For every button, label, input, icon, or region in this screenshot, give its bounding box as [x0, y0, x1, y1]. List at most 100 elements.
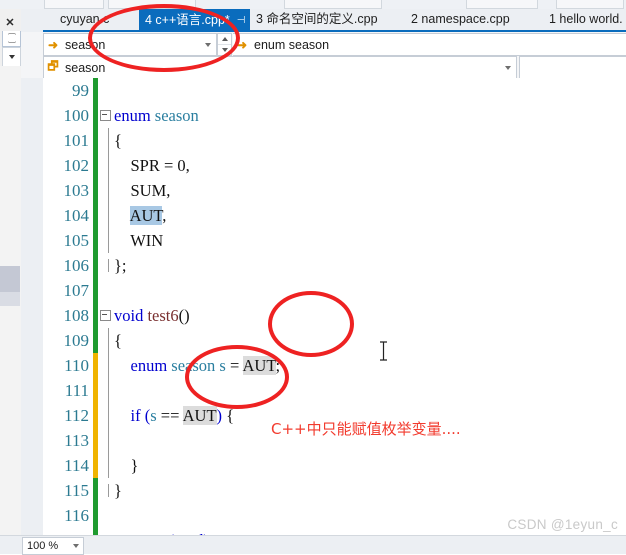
tab-cpp-language-active[interactable]: 4 c++语言.cpp* ⊣ ✕ — [139, 9, 268, 31]
fold-guide — [98, 128, 112, 153]
line-number: 99 — [72, 80, 89, 100]
breadcrumb-combo-value: season — [65, 60, 106, 75]
chevron-down-icon[interactable] — [200, 42, 216, 47]
fold-guide — [98, 403, 112, 428]
toolbar-button-group-2[interactable] — [108, 0, 196, 9]
code-line[interactable]: 105 WIN — [43, 228, 626, 253]
code-line[interactable]: 110 enum season s = AUT; — [43, 353, 626, 378]
code-line[interactable]: 115 } — [43, 478, 626, 503]
fold-toggle[interactable] — [98, 310, 112, 321]
code-line[interactable]: 114 } — [43, 453, 626, 478]
member-combo[interactable]: ➜ enum season — [233, 33, 626, 56]
breadcrumb-combo[interactable]: 🗗 season — [43, 56, 517, 79]
code-line[interactable]: 108 void test6() — [43, 303, 626, 328]
fold-guide-line-end — [107, 484, 109, 497]
dock-pin-icon[interactable]: ⁐ — [2, 31, 21, 47]
code-line[interactable]: 100 enum season — [43, 103, 626, 128]
line-number: 100 — [63, 105, 90, 125]
code-content: if (s == AUT) { — [112, 405, 235, 426]
token-operator: = — [163, 155, 174, 175]
spinner-up-button[interactable] — [218, 34, 231, 45]
token-variable: s — [219, 355, 226, 375]
token-function: test6 — [147, 305, 179, 325]
arrow-right-icon: ➜ — [47, 37, 59, 52]
fold-guide-line — [107, 128, 109, 153]
fold-guide-line — [107, 353, 109, 378]
line-number: 102 — [63, 155, 90, 175]
dock-close-icon[interactable]: ✕ — [1, 14, 19, 30]
tab-hello-world[interactable]: 1 hello world. — [543, 9, 626, 30]
code-line[interactable]: 106 }; — [43, 253, 626, 278]
code-line[interactable]: 104 AUT, — [43, 203, 626, 228]
fold-guide-line — [107, 453, 109, 478]
document-tab-bar: cyuyan.c 4 c++语言.cpp* ⊣ ✕ 3 命名空间的定义.cpp … — [43, 9, 626, 31]
status-bar: 100 % — [0, 535, 626, 555]
toolbar-button-group-5[interactable] — [556, 0, 624, 9]
navigation-row-scope: ➜ season ➜ enum season — [21, 32, 626, 56]
scope-combo-value: season — [65, 37, 106, 52]
token-keyword: void — [114, 305, 144, 325]
breadcrumb-combo-secondary[interactable] — [519, 56, 626, 79]
zoom-level-combo[interactable]: 100 % — [22, 537, 84, 555]
chevron-down-icon[interactable] — [69, 544, 83, 548]
spinner-down-button[interactable] — [218, 45, 231, 55]
code-editor[interactable]: 99 100 enum season 101 { 102 SPR = 0, 10… — [43, 78, 626, 536]
class-view-icon: 🗗 — [47, 59, 59, 73]
dock-scroll-thumb[interactable] — [0, 266, 20, 292]
code-content: } — [114, 480, 122, 500]
toolbar-button-group-3[interactable] — [284, 0, 382, 9]
change-bar-saved — [93, 503, 98, 528]
fold-guide — [98, 203, 112, 228]
code-line[interactable]: 99 — [43, 78, 626, 103]
line-number: 104 — [63, 205, 90, 225]
dock-dropdown-button[interactable] — [2, 47, 21, 67]
reference-highlight-token: AUT — [182, 405, 217, 425]
token-enumerator: WIN — [130, 230, 164, 250]
tab-pin-icon[interactable]: ⊣ — [237, 15, 246, 26]
left-dock-panel: ✕ ⁐ — [0, 9, 22, 554]
zoom-level-value: 100 % — [27, 540, 59, 552]
fold-guide — [98, 453, 112, 478]
change-bar-saved — [93, 278, 98, 303]
line-number: 106 — [63, 255, 90, 275]
fold-toggle[interactable] — [98, 110, 112, 121]
caret-down-icon — [221, 48, 228, 52]
tab-label: 1 hello world. — [549, 12, 623, 26]
code-line[interactable]: 111 — [43, 378, 626, 403]
navigation-spinner[interactable] — [217, 33, 232, 56]
code-content: } — [112, 456, 139, 476]
token-operator: == — [160, 405, 180, 425]
watermark: CSDN @1eyun_c — [507, 517, 618, 532]
change-bar-saved — [93, 78, 98, 103]
tab-namespace-cpp[interactable]: 2 namespace.cpp — [405, 9, 516, 30]
collapse-icon — [99, 110, 111, 121]
fold-guide-line — [107, 228, 109, 253]
code-line[interactable]: 101 { — [43, 128, 626, 153]
tab-namespace-definition[interactable]: 3 命名空间的定义.cpp — [250, 9, 384, 30]
tab-label: 3 命名空间的定义.cpp — [256, 12, 378, 26]
fold-guide-line — [107, 328, 109, 353]
token-type: season — [154, 105, 199, 125]
tab-label: 4 c++语言.cpp* — [145, 13, 230, 27]
tab-cyuyan-c[interactable]: cyuyan.c — [54, 9, 116, 30]
fold-guide-line — [107, 378, 109, 403]
chevron-down-icon[interactable] — [500, 65, 516, 70]
code-line[interactable]: 103 SUM, — [43, 178, 626, 203]
code-line[interactable]: 109 { — [43, 328, 626, 353]
fold-guide — [98, 378, 112, 403]
toolbar-button-group-4[interactable] — [466, 0, 538, 9]
code-line[interactable]: 107 — [43, 278, 626, 303]
line-number: 114 — [64, 455, 89, 475]
code-line[interactable]: 102 SPR = 0, — [43, 153, 626, 178]
dock-scroll-track[interactable] — [0, 66, 22, 554]
token-enumerator: SUM, — [130, 180, 171, 200]
fold-guide — [98, 328, 112, 353]
token-punct: , — [185, 155, 190, 175]
dock-scroll-thumb-secondary[interactable] — [0, 292, 20, 306]
member-combo-value: enum season — [254, 37, 330, 52]
token-brace: { — [226, 405, 235, 425]
toolbar-button-group-1[interactable] — [44, 0, 104, 9]
fold-guide-line — [107, 428, 109, 453]
scope-combo[interactable]: ➜ season — [43, 33, 217, 56]
selected-token: AUT — [129, 205, 163, 225]
